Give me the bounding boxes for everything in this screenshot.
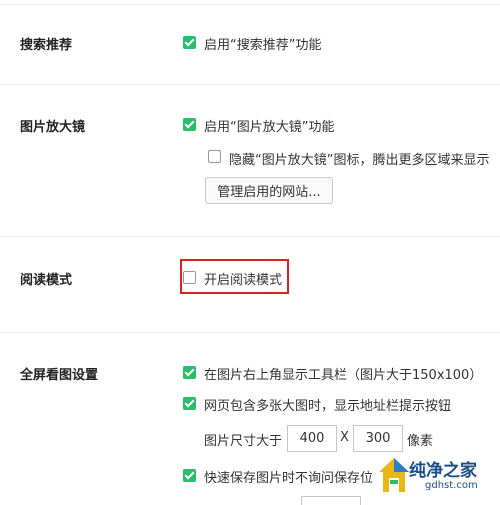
magnifier-hide-icon-label: 隐藏“图片放大镜”图标，腾出更多区域来显示 (229, 153, 490, 168)
reader-mode-label: 开启阅读模式 (204, 273, 283, 288)
divider (0, 84, 500, 85)
image-size-label: 图片尺寸大于 (204, 434, 283, 449)
magnifier-enable-label: 启用“图片放大镜”功能 (204, 120, 335, 135)
watermark-url: gdhst.com (425, 480, 478, 491)
magnifier-section-title: 图片放大镜 (20, 120, 86, 135)
toolbar-label: 在图片右上角显示工具栏（图片大于150x100） (204, 368, 483, 383)
height-input[interactable]: 300 (353, 425, 403, 452)
address-bar-button-checkbox[interactable] (183, 397, 196, 410)
toolbar-checkbox[interactable] (183, 366, 196, 379)
reader-mode-checkbox[interactable] (183, 271, 196, 284)
fullscreen-section-title: 全屏看图设置 (20, 368, 99, 383)
house-logo-icon (379, 458, 409, 492)
watermark-logo: 纯净之家 gdhst.com (375, 452, 500, 500)
divider (0, 4, 500, 5)
quick-save-checkbox[interactable] (183, 469, 196, 482)
divider (0, 236, 500, 237)
pixel-unit-label: 像素 (407, 434, 434, 449)
width-input[interactable]: 400 (287, 425, 337, 452)
search-section-title: 搜索推荐 (20, 38, 73, 53)
search-recommend-label: 启用“搜索推荐”功能 (204, 38, 322, 53)
magnifier-enable-checkbox[interactable] (183, 118, 196, 131)
watermark-title: 纯净之家 (409, 461, 477, 481)
partial-button[interactable] (301, 496, 361, 505)
times-label: X (340, 430, 349, 445)
manage-sites-button[interactable]: 管理启用的网站... (205, 177, 333, 204)
search-recommend-checkbox[interactable] (183, 36, 196, 49)
magnifier-hide-icon-checkbox[interactable] (208, 150, 221, 163)
divider (0, 332, 500, 333)
quick-save-label: 快速保存图片时不询问保存位 (204, 471, 374, 486)
address-bar-button-label: 网页包含多张大图时，显示地址栏提示按钮 (204, 399, 452, 414)
reader-section-title: 阅读模式 (20, 273, 73, 288)
